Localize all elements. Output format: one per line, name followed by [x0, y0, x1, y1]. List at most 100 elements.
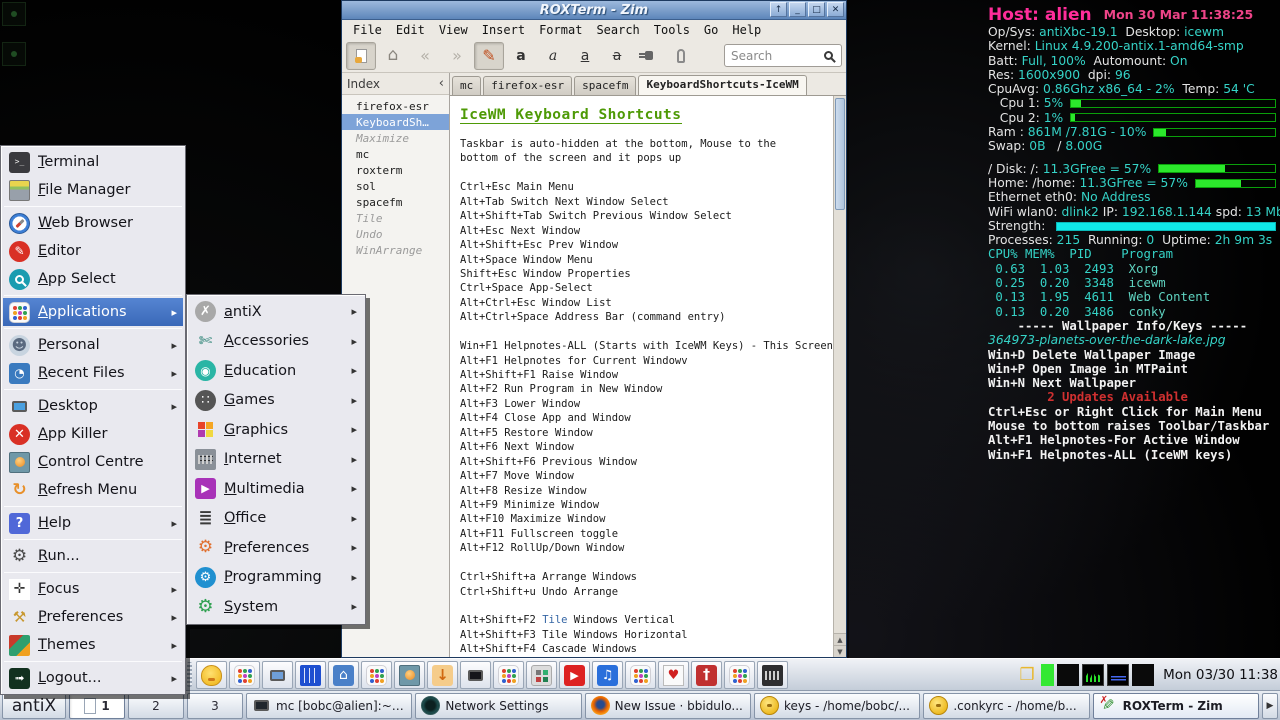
zim-menu-go[interactable]: Go: [697, 23, 725, 37]
italic-button[interactable]: a: [538, 42, 568, 70]
menu-item-run[interactable]: ⚙Run...: [3, 542, 183, 570]
zim-menu-insert[interactable]: Insert: [475, 23, 532, 37]
strikethrough-button[interactable]: a: [602, 42, 632, 70]
menu-item-logout[interactable]: ➟Logout...▸: [3, 664, 183, 692]
task-button-keys-home-bobc[interactable]: keys - /home/bobc/...: [754, 693, 920, 719]
save-page-button[interactable]: [346, 42, 376, 70]
tray-net-meter[interactable]: [1107, 664, 1129, 686]
menu-item-personal[interactable]: ☻Personal▸: [3, 331, 183, 359]
launcher-terminal[interactable]: [262, 661, 293, 689]
index-item-mc[interactable]: mc: [342, 146, 449, 162]
submenu-item-games[interactable]: ∷Games▸: [189, 386, 363, 416]
index-item-winarrange[interactable]: WinArrange: [342, 242, 449, 258]
insert-link-button[interactable]: [634, 42, 664, 70]
workspace-2[interactable]: 2: [128, 693, 184, 719]
index-item-keyboardsh[interactable]: KeyboardSh…: [342, 114, 449, 130]
menu-item-preferences[interactable]: ⚒Preferences▸: [3, 603, 183, 631]
launcher-apps-grid-3[interactable]: [493, 661, 524, 689]
zim-titlebar[interactable]: ROXTerm - Zim ↑_□✕: [342, 1, 846, 20]
menu-item-desktop[interactable]: Desktop▸: [3, 392, 183, 420]
menu-item-terminal[interactable]: >_Terminal: [3, 148, 183, 176]
launcher-dark-screen[interactable]: [460, 661, 491, 689]
submenu-item-accessories[interactable]: ✄Accessories▸: [189, 327, 363, 357]
tray-black-block-1[interactable]: [1057, 664, 1079, 686]
launcher-music[interactable]: ♫: [592, 661, 623, 689]
workspace-3[interactable]: 3: [187, 693, 243, 719]
task-button-network-settings[interactable]: Network Settings: [415, 693, 581, 719]
scroll-up-icon[interactable]: ▲: [834, 633, 846, 645]
index-item-maximize[interactable]: Maximize: [342, 130, 449, 146]
scrollbar-thumb[interactable]: [835, 98, 845, 210]
submenu-item-multimedia[interactable]: ▶Multimedia▸: [189, 474, 363, 504]
launcher-apps-grid-1[interactable]: [229, 661, 260, 689]
tray-cpu-meter[interactable]: [1082, 664, 1104, 686]
search-input[interactable]: Search: [724, 44, 842, 67]
underline-button[interactable]: a: [570, 42, 600, 70]
taskbar-clock[interactable]: Mon 03/30 11:38: [1163, 667, 1278, 683]
index-item-spacefm[interactable]: spacefm: [342, 194, 449, 210]
back-button[interactable]: «: [410, 42, 440, 70]
tab-spacefm[interactable]: spacefm: [574, 76, 636, 95]
launcher-hearts-card[interactable]: ♥: [658, 661, 689, 689]
zim-menu-view[interactable]: View: [432, 23, 475, 37]
launcher-home[interactable]: ⌂: [328, 661, 359, 689]
launcher-solitaire[interactable]: †: [691, 661, 722, 689]
index-item-tile[interactable]: Tile: [342, 210, 449, 226]
tab-firefox-esr[interactable]: firefox-esr: [483, 76, 572, 95]
index-item-sol[interactable]: sol: [342, 178, 449, 194]
task-button-roxterm-zim[interactable]: ✎✗ROXTerm - Zim: [1093, 693, 1259, 719]
rollup-button[interactable]: ↑: [770, 2, 787, 17]
submenu-item-office[interactable]: ≣Office▸: [189, 504, 363, 534]
vertical-scrollbar[interactable]: ▲ ▼: [833, 96, 846, 657]
taskbar-overflow-button[interactable]: ▶: [1262, 693, 1278, 719]
minimize-button[interactable]: _: [789, 2, 806, 17]
collapse-pane-icon[interactable]: ‹: [439, 76, 444, 91]
tab-keyboardshortcuts-icewm[interactable]: KeyboardShortcuts-IceWM: [638, 75, 806, 95]
launcher-mc[interactable]: [295, 661, 326, 689]
menu-item-help[interactable]: ?Help▸: [3, 509, 183, 537]
menu-item-refresh-menu[interactable]: ↻Refresh Menu: [3, 476, 183, 504]
launcher-control-centre[interactable]: [394, 661, 425, 689]
index-item-roxterm[interactable]: roxterm: [342, 162, 449, 178]
tile-page-link[interactable]: Tile: [542, 614, 567, 626]
task-button-new-issue-bbidulo[interactable]: New Issue · bbidulo...: [585, 693, 751, 719]
zim-menu-format[interactable]: Format: [532, 23, 589, 37]
submenu-item-preferences[interactable]: ⚙Preferences▸: [189, 533, 363, 563]
task-button-conkyrc-home-b[interactable]: .conkyrc - /home/b...: [923, 693, 1089, 719]
menu-item-control-centre[interactable]: Control Centre: [3, 448, 183, 476]
forward-button[interactable]: »: [442, 42, 472, 70]
tray-black-block-2[interactable]: [1132, 664, 1154, 686]
index-item-undo[interactable]: Undo: [342, 226, 449, 242]
menu-item-app-select[interactable]: App Select: [3, 265, 183, 293]
desktop-icon-2[interactable]: [2, 42, 26, 66]
menu-item-themes[interactable]: Themes▸: [3, 631, 183, 659]
launcher-apps-grid-5[interactable]: [724, 661, 755, 689]
submenu-item-internet[interactable]: Internet▸: [189, 445, 363, 475]
menu-item-editor[interactable]: ✎Editor: [3, 237, 183, 265]
launcher-bird[interactable]: [196, 661, 227, 689]
desktop-icon-1[interactable]: [2, 2, 26, 26]
home-button[interactable]: ⌂: [378, 42, 408, 70]
maximize-button[interactable]: □: [808, 2, 825, 17]
zim-menu-tools[interactable]: Tools: [647, 23, 697, 37]
launcher-youtube-dl[interactable]: ▶: [559, 661, 590, 689]
launcher-apps-grid-4[interactable]: [625, 661, 656, 689]
launcher-keyboard[interactable]: [757, 661, 788, 689]
antix-menu-button[interactable]: antiX: [2, 693, 66, 719]
submenu-item-programming[interactable]: ⚙Programming▸: [189, 563, 363, 593]
menu-item-focus[interactable]: ✛Focus▸: [3, 575, 183, 603]
bold-button[interactable]: a: [506, 42, 536, 70]
tray-package-icon[interactable]: ❒: [1016, 664, 1038, 686]
submenu-item-graphics[interactable]: Graphics▸: [189, 415, 363, 445]
scroll-down-icon[interactable]: ▼: [834, 645, 846, 657]
submenu-item-antix[interactable]: ✗antiX▸: [189, 297, 363, 327]
submenu-item-education[interactable]: ◉Education▸: [189, 356, 363, 386]
toggle-edit-button[interactable]: ✎: [474, 42, 504, 70]
index-item-firefox-esr[interactable]: firefox-esr: [342, 98, 449, 114]
launcher-download-arrow[interactable]: ↓: [427, 661, 458, 689]
tray-green-block[interactable]: [1041, 664, 1054, 686]
zim-menu-file[interactable]: File: [346, 23, 389, 37]
close-button[interactable]: ✕: [827, 2, 844, 17]
submenu-item-system[interactable]: ⚙System▸: [189, 592, 363, 622]
menu-item-recent-files[interactable]: ◔Recent Files▸: [3, 359, 183, 387]
